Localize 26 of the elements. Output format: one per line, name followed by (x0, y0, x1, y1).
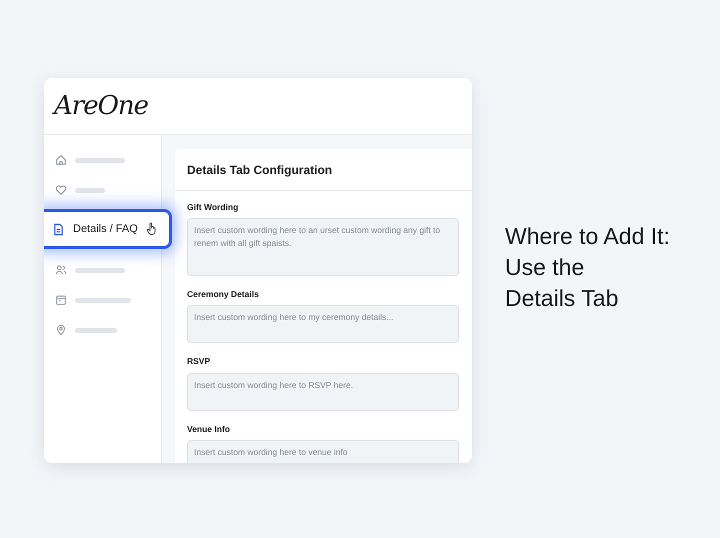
field-label: RSVP (187, 356, 212, 367)
field-label: Gift Wording (187, 202, 240, 212)
placeholder-bar (75, 328, 117, 332)
heart-icon (55, 184, 67, 196)
text-area[interactable]: Insert custom wording here to my ceremony details... (187, 305, 459, 344)
location-pin-icon (55, 324, 67, 336)
field-label: Venue Info (187, 424, 231, 434)
placeholder-bar (75, 158, 125, 162)
panel-title: Details Tab Configuration (175, 149, 472, 191)
placeholder-bar (75, 298, 131, 302)
text-area[interactable]: Insert custom wording here to RSVP here. (187, 372, 459, 411)
document-icon (52, 222, 65, 236)
home-icon (55, 154, 67, 166)
text-area[interactable]: Insert custom wording here to venue info (187, 440, 459, 463)
sidebar-item[interactable]: Details / FAQ (44, 209, 172, 249)
logo: AreOne (54, 90, 148, 122)
people-icon (55, 264, 67, 276)
caption-line: Details Tab (505, 284, 620, 313)
caption-line: Where to Add It: (505, 222, 670, 251)
hand-cursor-icon (146, 221, 157, 237)
field-label: Ceremony Details (187, 289, 260, 300)
caption-line: Use the (505, 252, 586, 282)
text-area[interactable]: Insert custom wording here to an urset custom wording any gift to renem with all gift spaists. (187, 218, 459, 276)
placeholder-bar (75, 268, 125, 272)
placeholder-bar (75, 188, 105, 192)
calendar-icon (55, 294, 67, 306)
